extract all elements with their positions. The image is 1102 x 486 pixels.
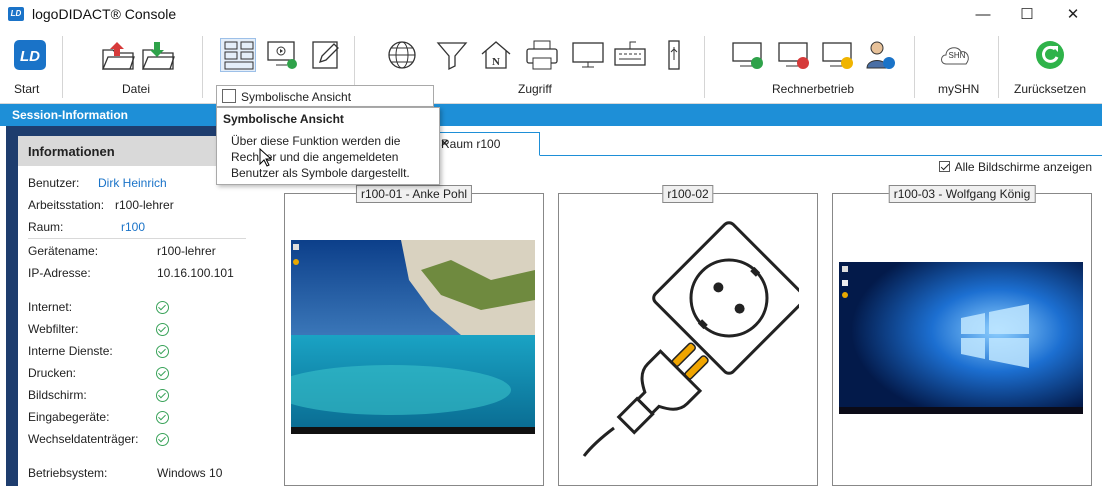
folder-export-icon[interactable] <box>100 38 136 72</box>
check-ok-icon <box>156 411 169 424</box>
title-bar: LD logoDIDACT® Console — ☐ ✕ <box>0 0 1102 30</box>
usb-drive-icon[interactable] <box>656 38 692 72</box>
tooltip-title: Symbolische Ansicht <box>223 112 344 126</box>
ribbon-divider <box>202 36 203 98</box>
group-label-zuruecksetzen: Zurücksetzen <box>1014 82 1087 96</box>
start-icon[interactable]: LD <box>12 38 48 72</box>
check-ok-icon <box>156 345 169 358</box>
computer-card[interactable]: r100-02 <box>558 185 818 486</box>
service-row-input: Eingabegeräte: <box>28 410 110 424</box>
info-row-room: Raum: r100 <box>28 220 146 234</box>
app-window: LD logoDIDACT® Console — ☐ ✕ LD Start Da… <box>0 0 1102 486</box>
computer-power-off-icon[interactable] <box>776 38 812 72</box>
service-row-internal: Interne Dienste: <box>28 344 113 358</box>
info-row-ip: IP-Adresse: 10.16.100.101 <box>28 266 234 280</box>
printer-icon[interactable] <box>524 38 560 72</box>
ribbon-divider <box>704 36 705 98</box>
group-label-start: Start <box>14 82 40 96</box>
close-button[interactable]: ✕ <box>1058 4 1088 26</box>
window-title: logoDIDACT® Console <box>32 6 177 22</box>
computer-card[interactable]: r100-01 - Anke Pohl <box>284 185 544 486</box>
check-ok-icon <box>156 389 169 402</box>
minimize-button[interactable]: — <box>968 4 998 26</box>
ribbon-divider <box>998 36 999 98</box>
check-ok-icon <box>156 367 169 380</box>
session-info-title: Session-Information <box>12 108 129 122</box>
group-label-zugriff: Zugriff <box>518 82 552 96</box>
info-row-devicename: Gerätename: r100-lehrer <box>28 244 216 258</box>
svg-text:LD: LD <box>20 48 40 65</box>
svg-text:SHN: SHN <box>949 51 966 60</box>
network-home-icon[interactable]: N <box>478 38 514 72</box>
tooltip-header: Symbolische Ansicht <box>216 85 434 107</box>
tab-close-icon[interactable]: × <box>441 136 531 150</box>
show-all-screens-checkbox[interactable]: Alle Bildschirme anzeigen <box>938 160 1092 174</box>
info-row-os: Betriebsystem: Windows 10 <box>28 466 223 480</box>
power-plug-icon <box>582 221 799 457</box>
computer-label: r100-03 - Wolfgang König <box>888 185 1036 203</box>
windows-desktop-thumbnail <box>839 262 1083 414</box>
reset-icon[interactable] <box>1032 38 1068 72</box>
divider <box>28 238 246 239</box>
service-row-internet: Internet: <box>28 300 73 314</box>
ribbon-divider <box>914 36 915 98</box>
service-row-webfilter: Webfilter: <box>28 322 79 336</box>
monitor-power-icon[interactable] <box>264 38 300 72</box>
tab-room-r100[interactable]: Raum r100 × <box>430 132 540 156</box>
computer-label: r100-01 - Anke Pohl <box>355 185 473 203</box>
computer-label: r100-02 <box>662 185 714 203</box>
info-title: Informationen <box>28 144 115 159</box>
mouse-cursor-icon <box>259 148 273 167</box>
svg-text:N: N <box>492 56 500 68</box>
service-row-removable: Wechseldatenträger: <box>28 432 139 446</box>
check-ok-icon <box>156 323 169 336</box>
globe-icon[interactable] <box>384 38 420 72</box>
filter-icon[interactable] <box>434 38 470 72</box>
info-row-workstation: Arbeitsstation: r100-lehrer <box>28 198 174 212</box>
group-label-myshn: mySHN <box>938 82 980 96</box>
service-row-screen: Bildschirm: <box>28 388 87 402</box>
myshn-icon[interactable]: SHN <box>938 38 974 72</box>
folder-import-icon[interactable] <box>140 38 176 72</box>
checkbox-checked-icon[interactable] <box>938 161 950 172</box>
maximize-button[interactable]: ☐ <box>1012 4 1042 26</box>
computer-power-on-icon[interactable] <box>730 38 766 72</box>
computer-card[interactable]: r100-03 - Wolfgang König <box>832 185 1092 486</box>
check-ok-icon <box>156 433 169 446</box>
room-link[interactable]: r100 <box>121 220 145 234</box>
ribbon-divider <box>62 36 63 98</box>
computer-restart-icon[interactable] <box>820 38 856 72</box>
group-label-datei: Datei <box>122 82 151 96</box>
ribbon-toolbar: LD Start Datei N Zugriff Rechnerbetrieb … <box>0 30 1102 104</box>
user-link[interactable]: Dirk Heinrich <box>98 176 167 190</box>
edit-icon[interactable] <box>308 38 344 72</box>
tooltip: Symbolische Ansicht Über diese Funktion … <box>216 107 440 185</box>
symbolic-view-icon[interactable] <box>220 38 256 72</box>
session-info-band: Session-Information <box>0 104 1102 126</box>
beach-desktop-thumbnail <box>291 240 535 434</box>
info-row-user: Benutzer: Dirk Heinrich <box>28 176 167 190</box>
user-logoff-icon[interactable] <box>862 38 898 72</box>
monitor-icon[interactable] <box>570 38 606 72</box>
info-panel: Informationen Benutzer: Dirk Heinrich Ar… <box>18 136 260 486</box>
symbolic-view-small-icon <box>222 89 236 103</box>
group-label-rechnerbetrieb: Rechnerbetrieb <box>772 82 855 96</box>
app-logo-icon: LD <box>8 7 24 21</box>
service-row-printing: Drucken: <box>28 366 77 380</box>
check-ok-icon <box>156 301 169 314</box>
keyboard-icon[interactable] <box>612 38 648 72</box>
